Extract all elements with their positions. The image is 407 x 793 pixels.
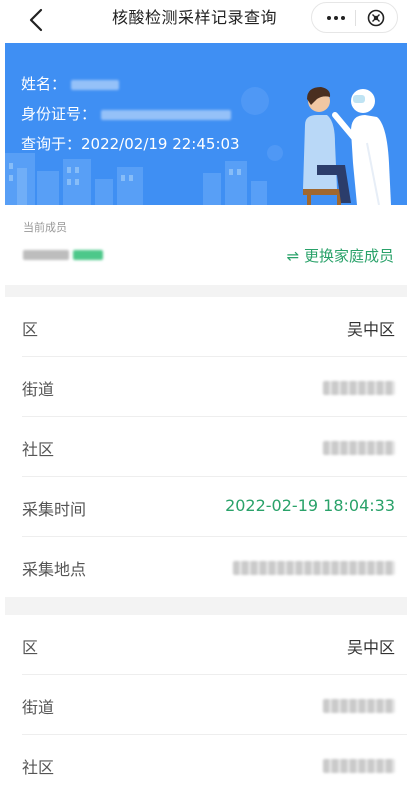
more-dots-icon <box>327 15 331 20</box>
record-card: 区 吴中区 街道 社区 采集时间 2022-02-19 18:04:33 采集地… <box>5 297 407 597</box>
switch-family-member-link[interactable]: ⇌ 更换家庭成员 <box>287 245 394 266</box>
field-value: 吴中区 <box>346 638 395 657</box>
field-value-redacted <box>323 381 395 395</box>
field-label: 街道 <box>22 380 55 399</box>
member-label: 当前成员 <box>23 221 67 234</box>
field-label: 采集时间 <box>22 500 87 519</box>
current-member-section: 当前成员 ⇌ 更换家庭成员 <box>5 205 407 285</box>
field-label: 社区 <box>22 440 55 459</box>
name-redacted <box>70 79 119 90</box>
chevron-left-icon <box>29 8 43 32</box>
name-row: 姓名： <box>21 73 119 95</box>
record-row-collect-time: 采集时间 2022-02-19 18:04:33 <box>22 477 407 537</box>
page-title: 核酸检测采样记录查询 <box>112 8 278 27</box>
field-value-redacted <box>323 441 395 455</box>
id-row: 身份证号： <box>21 103 231 125</box>
record-row-street: 街道 <box>22 357 407 417</box>
capsule-divider <box>355 10 356 26</box>
field-value-redacted <box>323 699 395 713</box>
close-circle-icon <box>367 9 385 27</box>
record-row-district: 区 吴中区 <box>22 297 407 357</box>
field-label: 区 <box>22 638 39 657</box>
field-value: 2022-02-19 18:04:33 <box>225 496 395 515</box>
field-value-redacted <box>233 561 395 575</box>
field-label: 采集地点 <box>22 560 87 579</box>
section-gap <box>5 597 407 615</box>
field-value-redacted <box>323 759 395 773</box>
close-button[interactable] <box>364 7 388 29</box>
more-button[interactable] <box>318 3 354 32</box>
nav-bar: 核酸检测采样记录查询 <box>0 0 407 40</box>
name-label: 姓名： <box>21 75 67 93</box>
record-row-street: 街道 <box>22 675 407 735</box>
field-label: 区 <box>22 320 39 339</box>
query-time: 查询于：2022/02/19 22:45:03 <box>21 135 240 153</box>
field-value: 吴中区 <box>346 320 395 339</box>
id-redacted <box>100 109 231 120</box>
record-card: 区 吴中区 街道 社区 <box>5 615 407 793</box>
record-row-collect-place: 采集地点 <box>22 537 407 597</box>
field-label: 社区 <box>22 758 55 777</box>
id-label: 身份证号： <box>21 105 97 123</box>
user-info-banner: 姓名： 身份证号： 查询于：2022/02/19 22:45:03 <box>5 43 407 205</box>
record-row-community: 社区 <box>22 735 407 793</box>
section-gap <box>5 285 407 297</box>
field-label: 街道 <box>22 698 55 717</box>
member-name-redacted <box>23 248 103 262</box>
record-row-community: 社区 <box>22 417 407 477</box>
record-row-district: 区 吴中区 <box>22 615 407 675</box>
mini-program-capsule <box>311 2 398 33</box>
back-button[interactable] <box>24 6 52 34</box>
